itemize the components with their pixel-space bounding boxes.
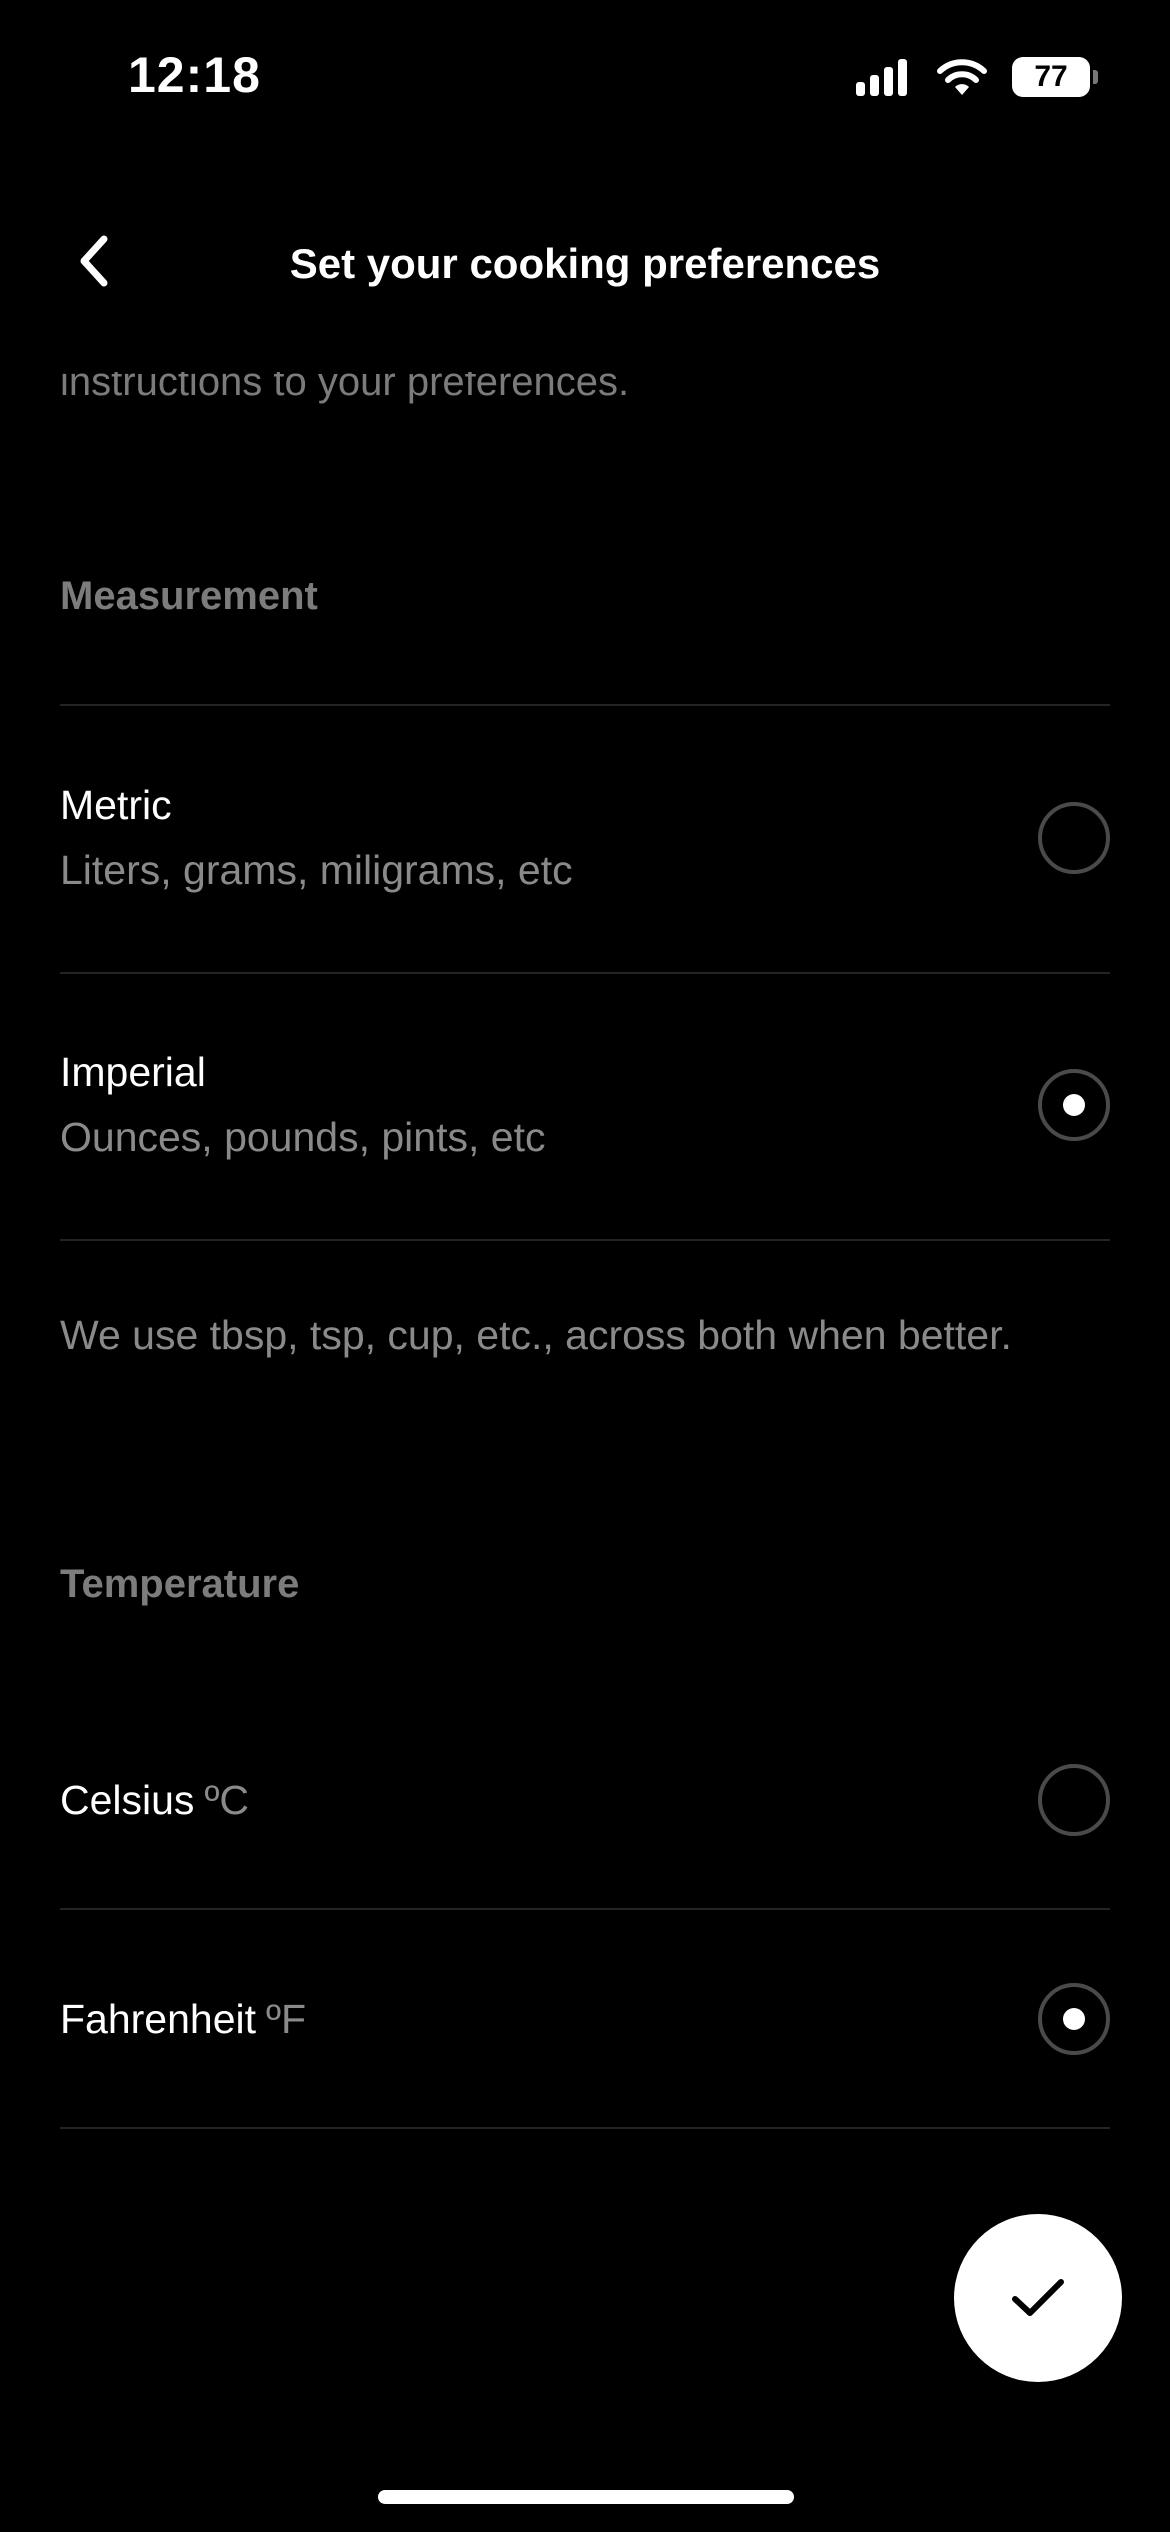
status-icons: 77 (856, 56, 1098, 98)
divider (60, 972, 1110, 974)
battery-icon: 77 (1012, 57, 1098, 97)
option-unit: ºF (266, 1996, 307, 2042)
option-title: Imperial (60, 1049, 206, 1095)
battery-level: 77 (1034, 60, 1068, 93)
option-imperial[interactable]: Imperial Ounces, pounds, pints, etc (60, 1049, 1110, 1169)
measurement-note: We use tbsp, tsp, cup, etc., across both… (60, 1312, 1012, 1358)
option-title-row: Celsius ºC (60, 1764, 1110, 1836)
option-subtitle: Ounces, pounds, pints, etc (60, 1114, 546, 1160)
cellular-signal-icon (856, 58, 912, 96)
confirm-button[interactable] (954, 2214, 1122, 2382)
option-title: Celsius (60, 1777, 195, 1823)
intro-text-clipped: instructions to your preferences. (60, 372, 1110, 424)
page-title: Set your cooking preferences (289, 240, 881, 287)
option-title: Metric (60, 782, 172, 828)
checkmark-icon (1012, 2279, 1064, 2316)
home-indicator[interactable] (378, 2490, 794, 2504)
option-title-row: Fahrenheit ºF (60, 1983, 1110, 2055)
option-subtitle: Liters, grams, miligrams, etc (60, 847, 573, 893)
measurement-heading: Measurement (60, 574, 318, 618)
screen: 12:18 77 Set your cooking preferences in… (0, 0, 1170, 2532)
radio-metric[interactable] (1038, 802, 1110, 874)
divider (60, 704, 1110, 706)
option-fahrenheit[interactable]: Fahrenheit ºF (60, 1983, 1110, 2055)
option-unit: ºC (204, 1777, 250, 1823)
radio-celsius[interactable] (1038, 1764, 1110, 1836)
divider (60, 1239, 1110, 1241)
option-metric[interactable]: Metric Liters, grams, miligrams, etc (60, 782, 1110, 902)
intro-text: instructions to your preferences. (60, 372, 630, 404)
status-time: 12:18 (128, 47, 261, 103)
option-celsius[interactable]: Celsius ºC (60, 1764, 1110, 1836)
divider (60, 2127, 1110, 2129)
radio-imperial[interactable] (1038, 1069, 1110, 1141)
wifi-icon (937, 59, 987, 95)
divider (60, 1908, 1110, 1910)
temperature-heading: Temperature (60, 1562, 300, 1606)
option-title: Fahrenheit (60, 1996, 257, 2042)
radio-fahrenheit[interactable] (1038, 1983, 1110, 2055)
